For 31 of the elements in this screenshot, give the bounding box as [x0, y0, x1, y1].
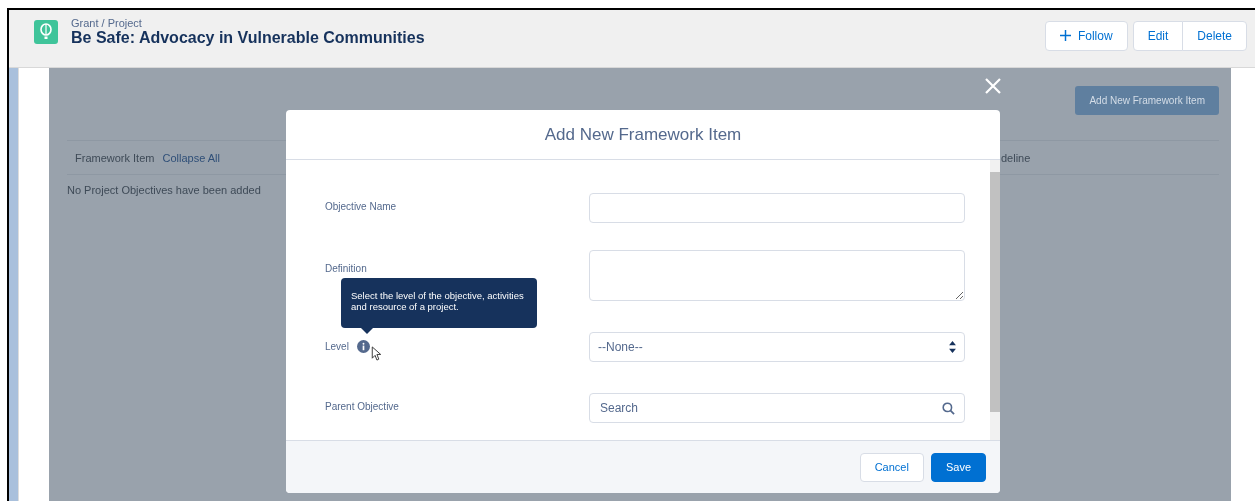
plus-icon [1059, 30, 1071, 41]
search-field[interactable]: Search [589, 393, 965, 423]
cancel-button[interactable]: Cancel [859, 452, 924, 482]
tooltip-pointer [361, 328, 373, 334]
field-label: Parent Objective [325, 401, 399, 412]
add-framework-item-button[interactable]: Add New Framework Item [1075, 86, 1219, 115]
text-input-field[interactable] [589, 193, 965, 223]
column-header: Framework Item [75, 151, 155, 164]
header-button[interactable]: Edit [1132, 20, 1184, 51]
select-field[interactable]: --None-- [589, 332, 965, 362]
header-button[interactable]: Delete [1182, 20, 1247, 51]
save-button[interactable]: Save [930, 452, 986, 482]
tooltip: Select the level of the objective, activities and resource of a project. [341, 278, 537, 328]
modal-title: Add New Framework Item [544, 124, 742, 145]
follow-button[interactable]: Follow [1044, 20, 1128, 51]
field-label: Definition [325, 263, 367, 274]
collapse-all-link[interactable]: Collapse All [162, 151, 220, 164]
updown-icon [949, 341, 956, 353]
column-header: deline [1001, 151, 1031, 164]
close-icon[interactable] [985, 78, 1001, 94]
field-label: Objective Name [325, 201, 397, 212]
empty-message: No Project Objectives have been added [67, 184, 261, 196]
scrollbar[interactable] [990, 160, 1000, 440]
field-label: Level [325, 341, 349, 352]
info-icon[interactable] [356, 340, 370, 353]
cursor-icon [371, 346, 381, 361]
balloon-icon [34, 19, 58, 44]
textarea-field[interactable] [589, 250, 965, 301]
record-title: Be Safe: Advocacy in Vulnerable Communities [71, 28, 425, 47]
search-icon [942, 402, 955, 415]
breadcrumb: Grant / Project [71, 16, 143, 29]
